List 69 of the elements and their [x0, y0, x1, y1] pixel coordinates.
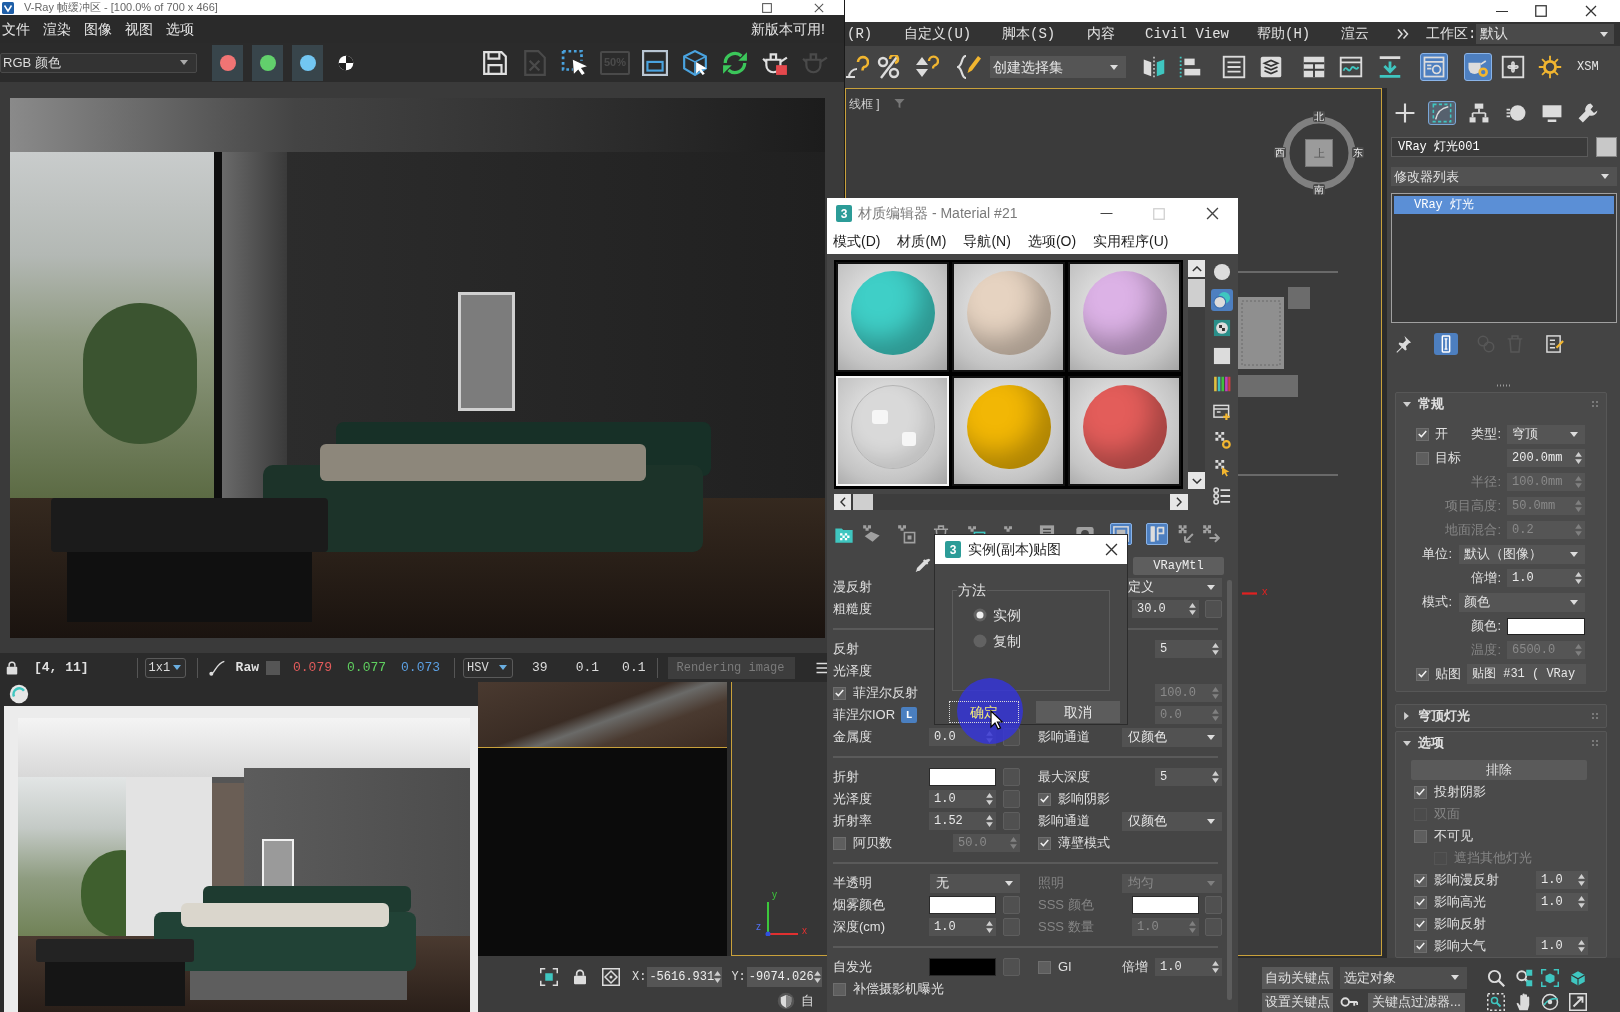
compass-label: 北	[1313, 111, 1325, 122]
axis-label: x	[1262, 585, 1268, 597]
field-label: 菲涅尔反射	[853, 684, 918, 703]
field-label: 金属度	[833, 728, 872, 747]
coordinate-label: X:	[632, 969, 647, 986]
dialog-title: 实例(副本)贴图	[968, 540, 1062, 559]
field-label: 最大深度	[1038, 768, 1090, 787]
axis-label: x	[802, 926, 807, 936]
hsv-value: 39	[532, 658, 548, 677]
window-title: 材质编辑器 - Material #21	[858, 204, 1018, 223]
field-label: 照明	[1038, 874, 1064, 893]
field-label: 倍增:	[1471, 569, 1501, 588]
field-label: 反射	[833, 640, 859, 659]
field-label: 半透明	[833, 874, 872, 893]
compass-label: 东	[1352, 147, 1364, 158]
mode-label: Raw	[235, 658, 259, 677]
field-label: 补偿摄影机曝光	[853, 980, 944, 999]
axis-label: y	[772, 890, 777, 900]
channel-value: 0.073	[401, 658, 441, 677]
field-label: 倍增	[1122, 958, 1148, 977]
channel-value: 0.077	[347, 658, 387, 677]
field-label: SSS 数量	[1038, 918, 1094, 937]
field-label: 薄壁模式	[1058, 834, 1110, 853]
field-label: 不可见	[1434, 827, 1473, 846]
field-label: 项目高度:	[1445, 497, 1501, 516]
field-label: 影响漫反射	[1434, 871, 1499, 890]
field-label: 影响反射	[1434, 915, 1486, 934]
field-label: 粗糙度	[833, 600, 872, 619]
app-logo: 3	[836, 205, 852, 222]
field-label: GI	[1058, 958, 1072, 977]
field-label: 阿贝数	[853, 834, 892, 853]
pixel-coordinates: [4, 11]	[34, 658, 89, 677]
group-label: 方法	[957, 582, 987, 598]
field-label: 颜色:	[1471, 617, 1501, 636]
field-label: 模式:	[1422, 593, 1452, 612]
status-text: 自	[801, 992, 814, 1011]
field-label: SSS 颜色	[1038, 896, 1094, 915]
field-label: 烟雾颜色	[833, 896, 885, 915]
coordinate-label: Y:	[731, 969, 746, 986]
field-label: 漫反射	[833, 578, 872, 597]
axis-label: z	[756, 922, 761, 932]
compass-label: 南	[1313, 184, 1325, 195]
field-label: 影响高光	[1434, 893, 1486, 912]
field-label: 折射	[833, 768, 859, 787]
field-label: 菲涅尔IOR	[833, 706, 896, 725]
compass-label: 西	[1274, 147, 1286, 158]
window-title: V-Ray 帧缓冲区 - [100.0% of 700 x 466]	[24, 1, 218, 14]
field-label: 影响阴影	[1058, 790, 1110, 809]
channel-value: 0.079	[293, 658, 333, 677]
field-label: 类型:	[1471, 425, 1501, 444]
field-label: 影响通道	[1038, 812, 1090, 831]
workspace-label: 工作区:	[1426, 24, 1477, 44]
field-label: 开	[1435, 425, 1448, 444]
field-label: 深度(cm)	[833, 918, 885, 937]
field-label: 光泽度	[833, 790, 872, 809]
field-label: 单位:	[1422, 545, 1452, 564]
field-label: 光泽度	[833, 662, 872, 681]
toolbar-label: XSM	[1577, 59, 1599, 76]
field-label: 影响大气	[1434, 937, 1486, 956]
field-label: 影响通道	[1038, 728, 1090, 747]
app-logo: 3	[945, 541, 961, 558]
hsv-value: 0.1	[575, 658, 600, 677]
field-label: 折射率	[833, 812, 872, 831]
field-label: 投射阴影	[1434, 783, 1486, 802]
field-label: 自发光	[833, 958, 872, 977]
field-label: 贴图	[1435, 665, 1461, 684]
progress-field: Rendering image	[668, 656, 796, 679]
field-label: 目标	[1435, 449, 1461, 468]
hsv-value: 0.1	[622, 658, 646, 677]
